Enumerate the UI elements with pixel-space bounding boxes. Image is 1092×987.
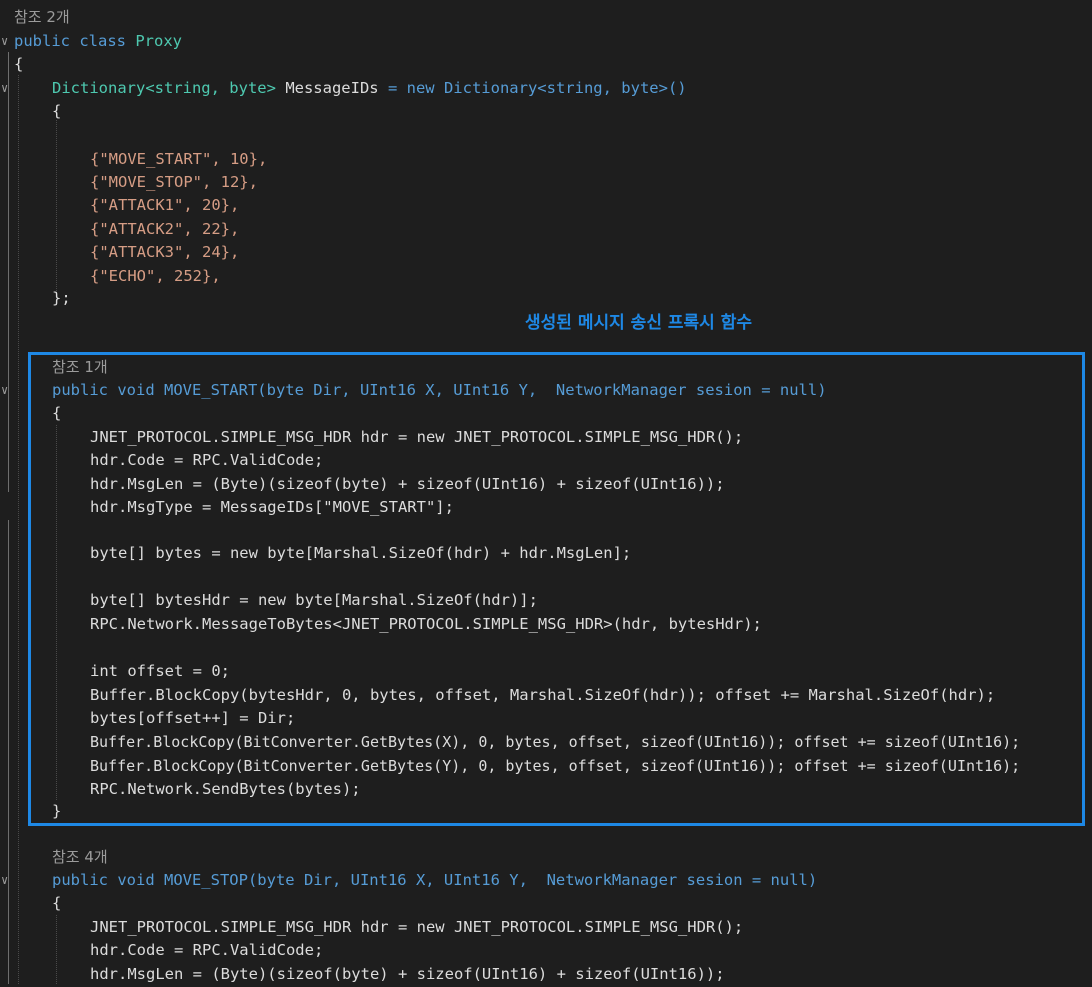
gutter-bar	[8, 52, 9, 492]
dictionary-entry: {"MOVE_START", 10},	[90, 150, 268, 168]
code-line: hdr.Code = RPC.ValidCode;	[90, 941, 324, 959]
fold-chevron-icon[interactable]: ∨	[1, 873, 8, 887]
method-brace-open: {	[52, 894, 62, 912]
class-declaration: public class Proxy	[14, 30, 182, 54]
dictionary-brace-open: {	[52, 102, 62, 120]
indent-guide	[56, 915, 57, 984]
dictionary-entry: {"ATTACK3", 24},	[90, 243, 240, 261]
fold-chevron-icon[interactable]: ∨	[1, 34, 8, 48]
code-line: bytes[offset++] = Dir;	[90, 709, 296, 727]
code-line: Buffer.BlockCopy(BitConverter.GetBytes(X…	[90, 733, 1021, 751]
class-name: Proxy	[135, 32, 182, 50]
method-signature-move-stop: public void MOVE_STOP(byte Dir, UInt16 X…	[52, 871, 818, 889]
code-line: hdr.MsgLen = (Byte)(sizeof(byte) + sizeo…	[90, 475, 725, 493]
code-line: JNET_PROTOCOL.SIMPLE_MSG_HDR hdr = new J…	[90, 918, 744, 936]
code-line: byte[] bytesHdr = new byte[Marshal.SizeO…	[90, 591, 538, 609]
codelens-reference[interactable]: 참조 2개	[14, 6, 70, 30]
code-line: Buffer.BlockCopy(bytesHdr, 0, bytes, off…	[90, 686, 996, 704]
indent-guide	[56, 120, 57, 295]
annotation-caption: 생성된 메시지 송신 프록시 함수	[525, 313, 752, 333]
code-line: Buffer.BlockCopy(BitConverter.GetBytes(Y…	[90, 757, 1021, 775]
code-line: hdr.Code = RPC.ValidCode;	[90, 451, 324, 469]
method-brace-close: }	[52, 802, 62, 820]
codelens-reference[interactable]: 참조 1개	[52, 356, 108, 380]
dictionary-name: MessageIDs	[285, 79, 379, 97]
fold-chevron-icon[interactable]: ∨	[1, 81, 8, 95]
indent-guide	[18, 75, 19, 984]
class-brace-open: {	[14, 55, 24, 73]
codelens-reference[interactable]: 참조 4개	[52, 846, 108, 870]
method-brace-open: {	[52, 404, 62, 422]
code-line: JNET_PROTOCOL.SIMPLE_MSG_HDR hdr = new J…	[90, 428, 744, 446]
dictionary-declaration: Dictionary<string, byte> MessageIDs = ne…	[52, 77, 687, 101]
dictionary-entry: {"ATTACK1", 20},	[90, 196, 240, 214]
code-line: hdr.MsgType = MessageIDs["MOVE_START"];	[90, 498, 454, 516]
dictionary-entry: {"ECHO", 252},	[90, 267, 221, 285]
code-line: RPC.Network.SendBytes(bytes);	[90, 780, 361, 798]
dictionary-entry: {"ATTACK2", 22},	[90, 220, 240, 238]
dictionary-entry: {"MOVE_STOP", 12},	[90, 173, 258, 191]
fold-chevron-icon[interactable]: ∨	[1, 383, 8, 397]
code-line: RPC.Network.MessageToBytes<JNET_PROTOCOL…	[90, 615, 762, 633]
class-keyword: public class	[14, 32, 126, 50]
gutter-bar	[8, 520, 9, 984]
code-line: hdr.MsgLen = (Byte)(sizeof(byte) + sizeo…	[90, 965, 725, 983]
code-line: int offset = 0;	[90, 662, 230, 680]
dictionary-type: Dictionary<string, byte>	[52, 79, 276, 97]
method-signature-move-start: public void MOVE_START(byte Dir, UInt16 …	[52, 381, 827, 399]
dictionary-initializer: = new Dictionary<string, byte>()	[387, 79, 687, 97]
code-line: byte[] bytes = new byte[Marshal.SizeOf(h…	[90, 544, 632, 562]
dictionary-brace-close: };	[52, 289, 71, 307]
